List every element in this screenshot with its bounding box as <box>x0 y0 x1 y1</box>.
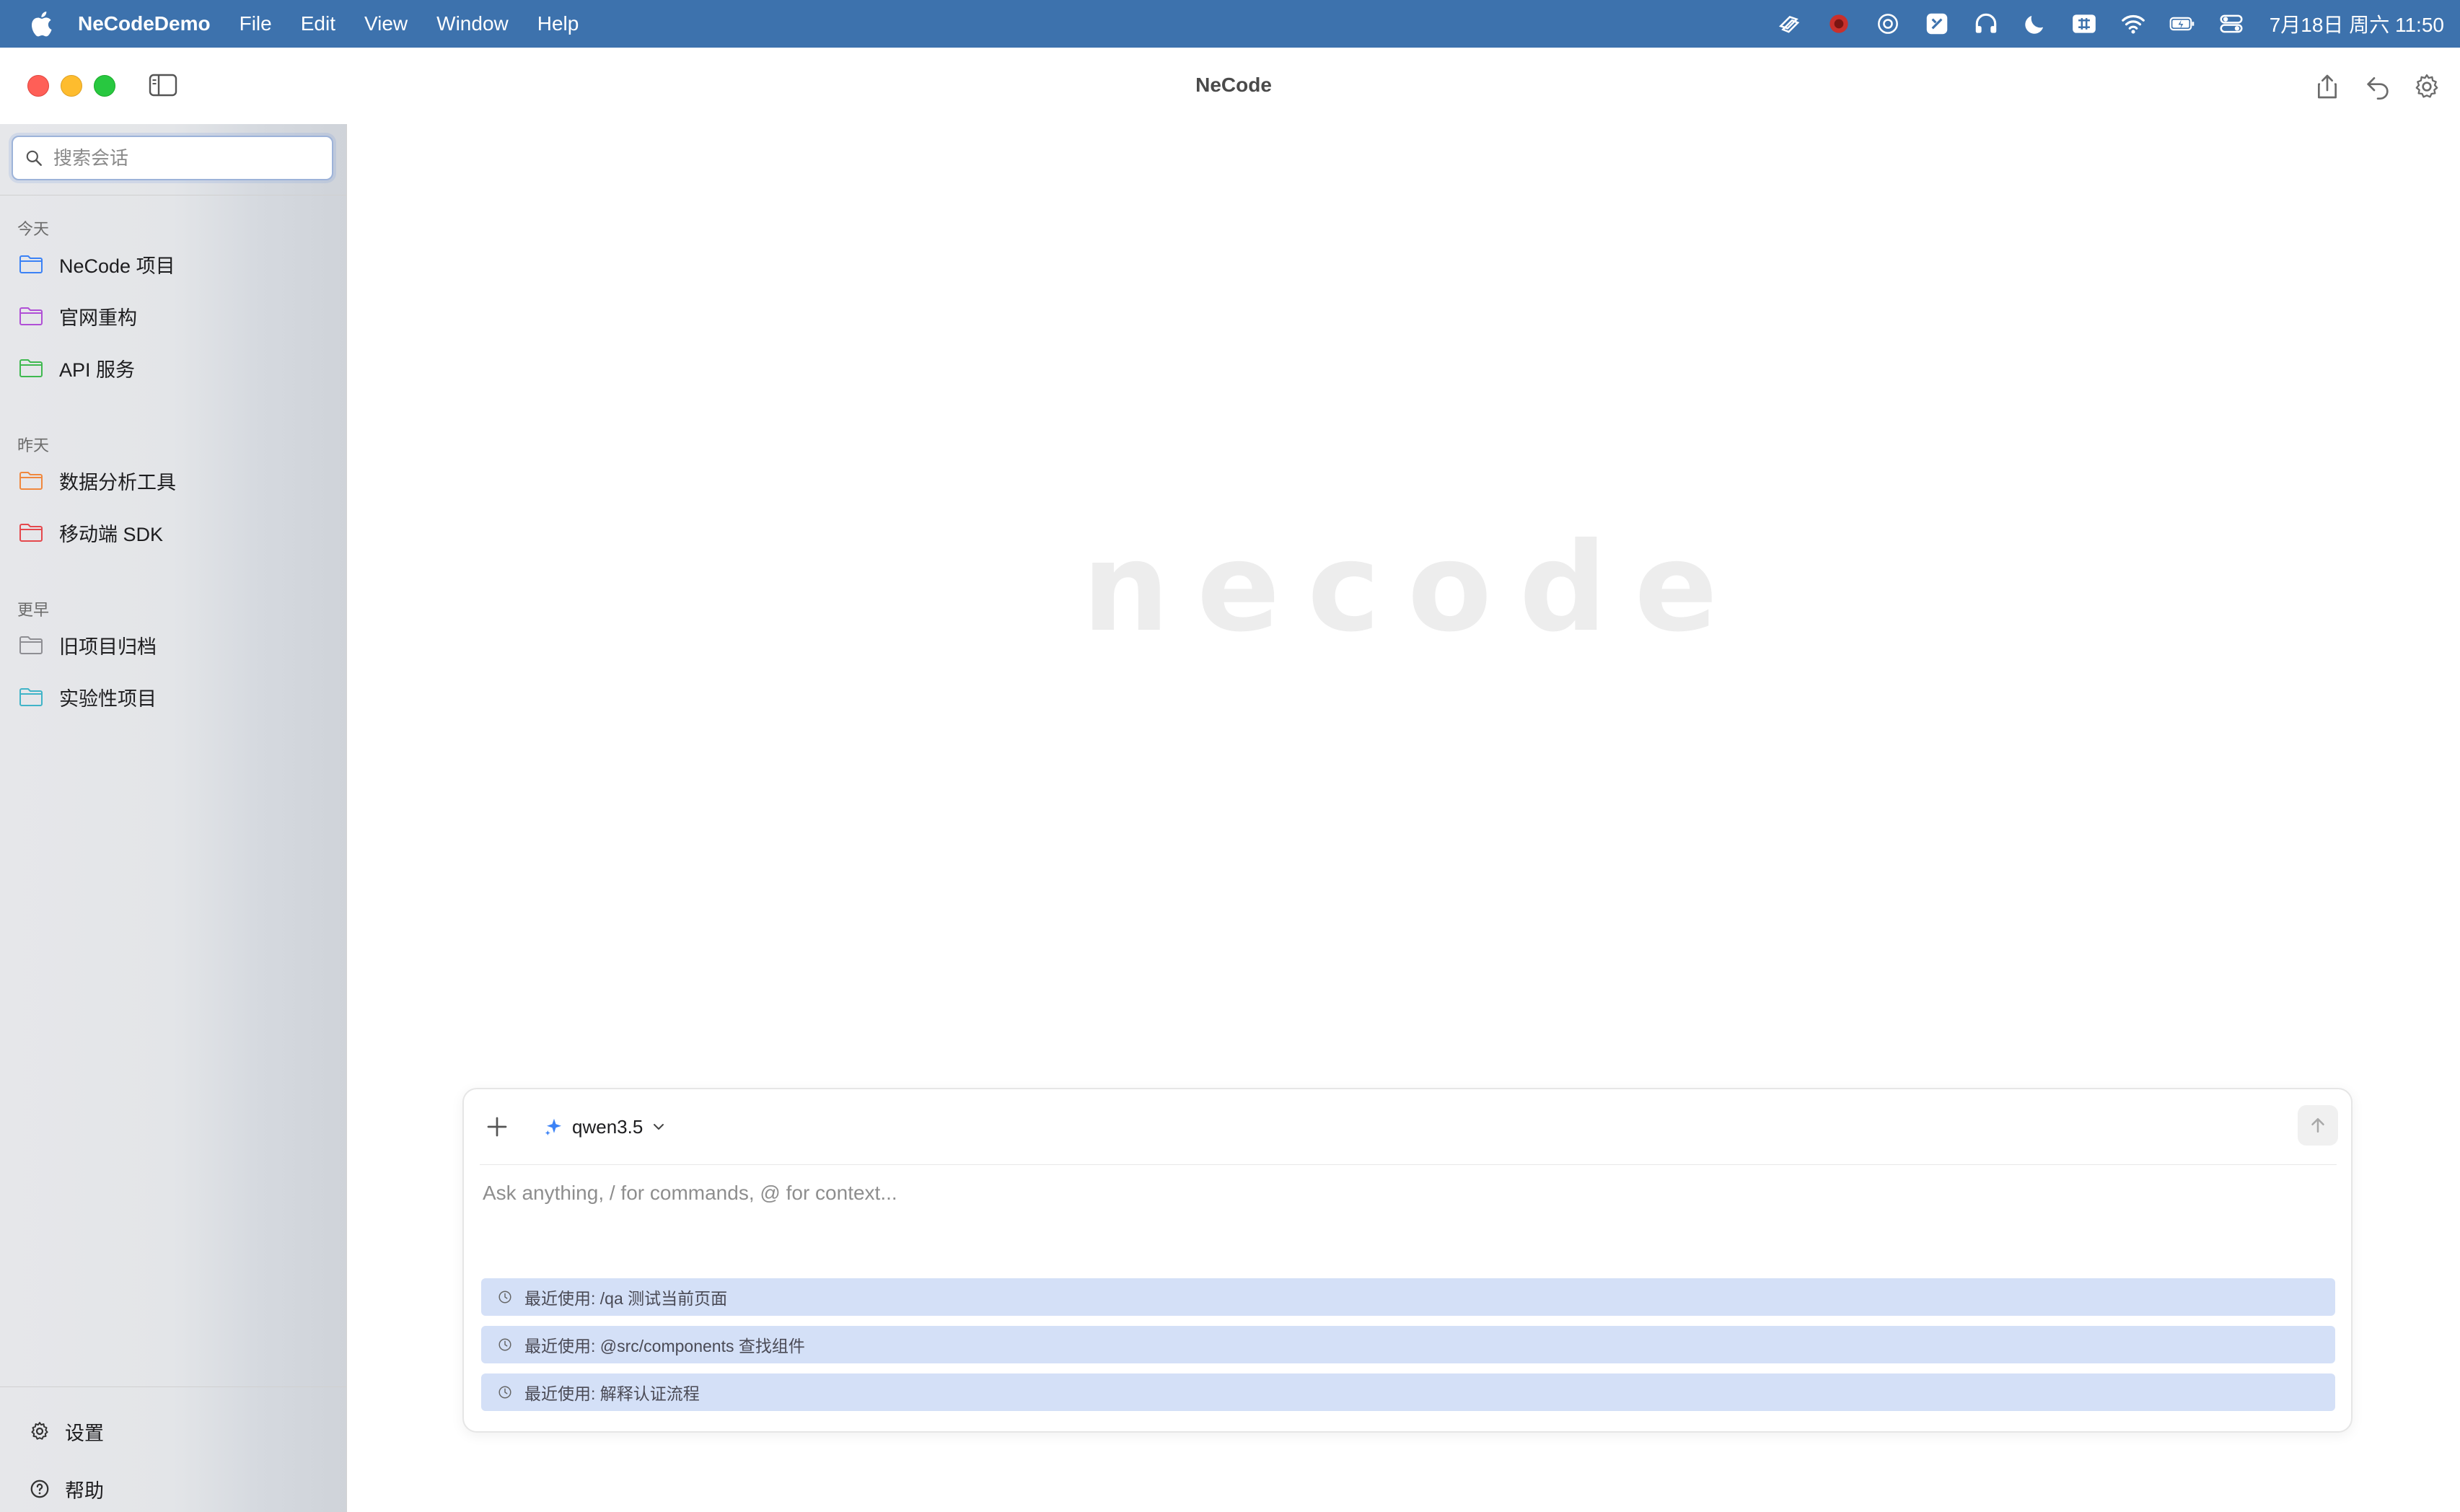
chat-composer: qwen3.5 最近使用: /qa 测试当前页面 最近使用: @src/comp… <box>462 1088 2353 1433</box>
sidebar: 今天 NeCode 项目 官网重构 API 服务 昨天 数据分析工具 移动端 S… <box>0 124 347 1512</box>
battery-icon[interactable] <box>2166 9 2199 38</box>
sidebar-item-label: 实验性项目 <box>59 687 157 710</box>
sidebar-item-old-archive[interactable]: 旧项目归档 <box>0 623 346 667</box>
window-title: NeCode <box>1195 74 1272 96</box>
moon-icon[interactable] <box>2018 9 2052 38</box>
sidebar-toggle-icon[interactable] <box>149 74 177 97</box>
recent-suggestion-text: 最近使用: 解释认证流程 <box>524 1384 700 1403</box>
settings-gear-icon[interactable] <box>2412 72 2441 101</box>
clock-icon <box>498 1386 511 1399</box>
recent-suggestion[interactable]: 最近使用: 解释认证流程 <box>481 1373 2335 1411</box>
menubar-tray: 7月18日 周六 11:50 <box>1757 0 2444 48</box>
sidebar-item-label: 旧项目归档 <box>59 636 157 658</box>
app-window: NeCode 今天 NeCode 项目 <box>0 48 2460 1512</box>
app-menu[interactable]: NeCodeDemo <box>78 12 211 35</box>
title-bar: NeCode <box>0 48 2460 124</box>
menu-bar: NeCodeDemo File Edit View Window Help 7月… <box>0 0 2460 48</box>
sidebar-item-necode-project[interactable]: NeCode 项目 <box>0 242 346 286</box>
divider <box>0 1386 346 1387</box>
model-selector[interactable]: qwen3.5 <box>543 1109 667 1144</box>
sparkle-icon <box>545 1118 561 1135</box>
send-button[interactable] <box>2298 1105 2338 1146</box>
close-window-button[interactable] <box>27 75 49 97</box>
menu-edit[interactable]: Edit <box>301 12 335 35</box>
sidebar-item-data-analysis[interactable]: 数据分析工具 <box>0 459 346 502</box>
divider <box>480 1164 2337 1165</box>
arrow-up-icon <box>2311 1118 2324 1133</box>
headphones-icon[interactable] <box>1969 9 2003 38</box>
help-label: 帮助 <box>65 1480 104 1502</box>
settings-label: 设置 <box>65 1422 104 1444</box>
recent-suggestion[interactable]: 最近使用: /qa 测试当前页面 <box>481 1278 2335 1316</box>
sidebar-item-label: 官网重构 <box>59 307 137 329</box>
folder-icon <box>19 524 43 542</box>
minimize-window-button[interactable] <box>61 75 82 97</box>
undo-icon[interactable] <box>2363 72 2392 101</box>
sidebar-item-label: 数据分析工具 <box>59 471 176 493</box>
sidebar-item-mobile-sdk[interactable]: 移动端 SDK <box>0 511 346 554</box>
gear-icon <box>31 1422 48 1440</box>
brand-watermark: necode <box>1082 517 1745 659</box>
sidebar-item-label: 移动端 SDK <box>59 523 164 545</box>
menu-file[interactable]: File <box>240 12 272 35</box>
folder-icon <box>19 688 43 706</box>
recent-suggestion-text: 最近使用: /qa 测试当前页面 <box>524 1289 728 1308</box>
add-attachment-icon[interactable] <box>484 1114 510 1140</box>
group-label-yesterday: 昨天 <box>17 436 50 454</box>
settings-button[interactable]: 设置 <box>0 1410 346 1453</box>
apple-icon[interactable] <box>27 9 53 38</box>
model-label: qwen3.5 <box>572 1115 643 1138</box>
clock-icon <box>498 1291 511 1304</box>
menu-help[interactable]: Help <box>537 12 579 35</box>
recent-suggestion[interactable]: 最近使用: @src/components 查找组件 <box>481 1326 2335 1363</box>
wifi-icon[interactable] <box>2117 9 2150 38</box>
menu-window[interactable]: Window <box>436 12 509 35</box>
group-label-today: 今天 <box>17 220 50 238</box>
search-icon <box>26 150 42 166</box>
help-button[interactable]: 帮助 <box>0 1467 346 1511</box>
clock-icon <box>498 1338 511 1351</box>
prompt-input[interactable] <box>481 1180 2331 1241</box>
zoom-window-button[interactable] <box>94 75 115 97</box>
group-label-earlier: 更早 <box>17 601 50 619</box>
stack-icon[interactable] <box>1773 9 1806 38</box>
chevron-down-icon <box>654 1124 664 1130</box>
folder-icon <box>19 307 43 325</box>
folder-icon <box>19 636 43 654</box>
folder-icon <box>19 472 43 490</box>
xcode-icon[interactable] <box>1920 9 1954 38</box>
sidebar-item-label: NeCode 项目 <box>59 255 175 277</box>
folder-icon <box>19 359 43 377</box>
record-icon[interactable] <box>1822 9 1855 38</box>
recent-suggestion-text: 最近使用: @src/components 查找组件 <box>524 1337 805 1355</box>
menubar-clock[interactable]: 7月18日 周六 11:50 <box>2270 9 2444 38</box>
sidebar-item-api-service[interactable]: API 服务 <box>0 346 346 390</box>
control-center-icon[interactable] <box>2215 9 2248 38</box>
search-box[interactable] <box>12 136 333 180</box>
sidebar-item-website-rebuild[interactable]: 官网重构 <box>0 294 346 338</box>
share-icon[interactable] <box>2313 72 2342 101</box>
search-input[interactable] <box>52 146 329 170</box>
input-method-icon[interactable] <box>2068 9 2101 38</box>
menu-view[interactable]: View <box>364 12 408 35</box>
help-circle-icon <box>30 1480 49 1498</box>
sidebar-item-experimental[interactable]: 实验性项目 <box>0 675 346 718</box>
openai-icon[interactable] <box>1871 9 1905 38</box>
sidebar-item-label: API 服务 <box>59 359 136 381</box>
folder-icon <box>19 255 43 273</box>
